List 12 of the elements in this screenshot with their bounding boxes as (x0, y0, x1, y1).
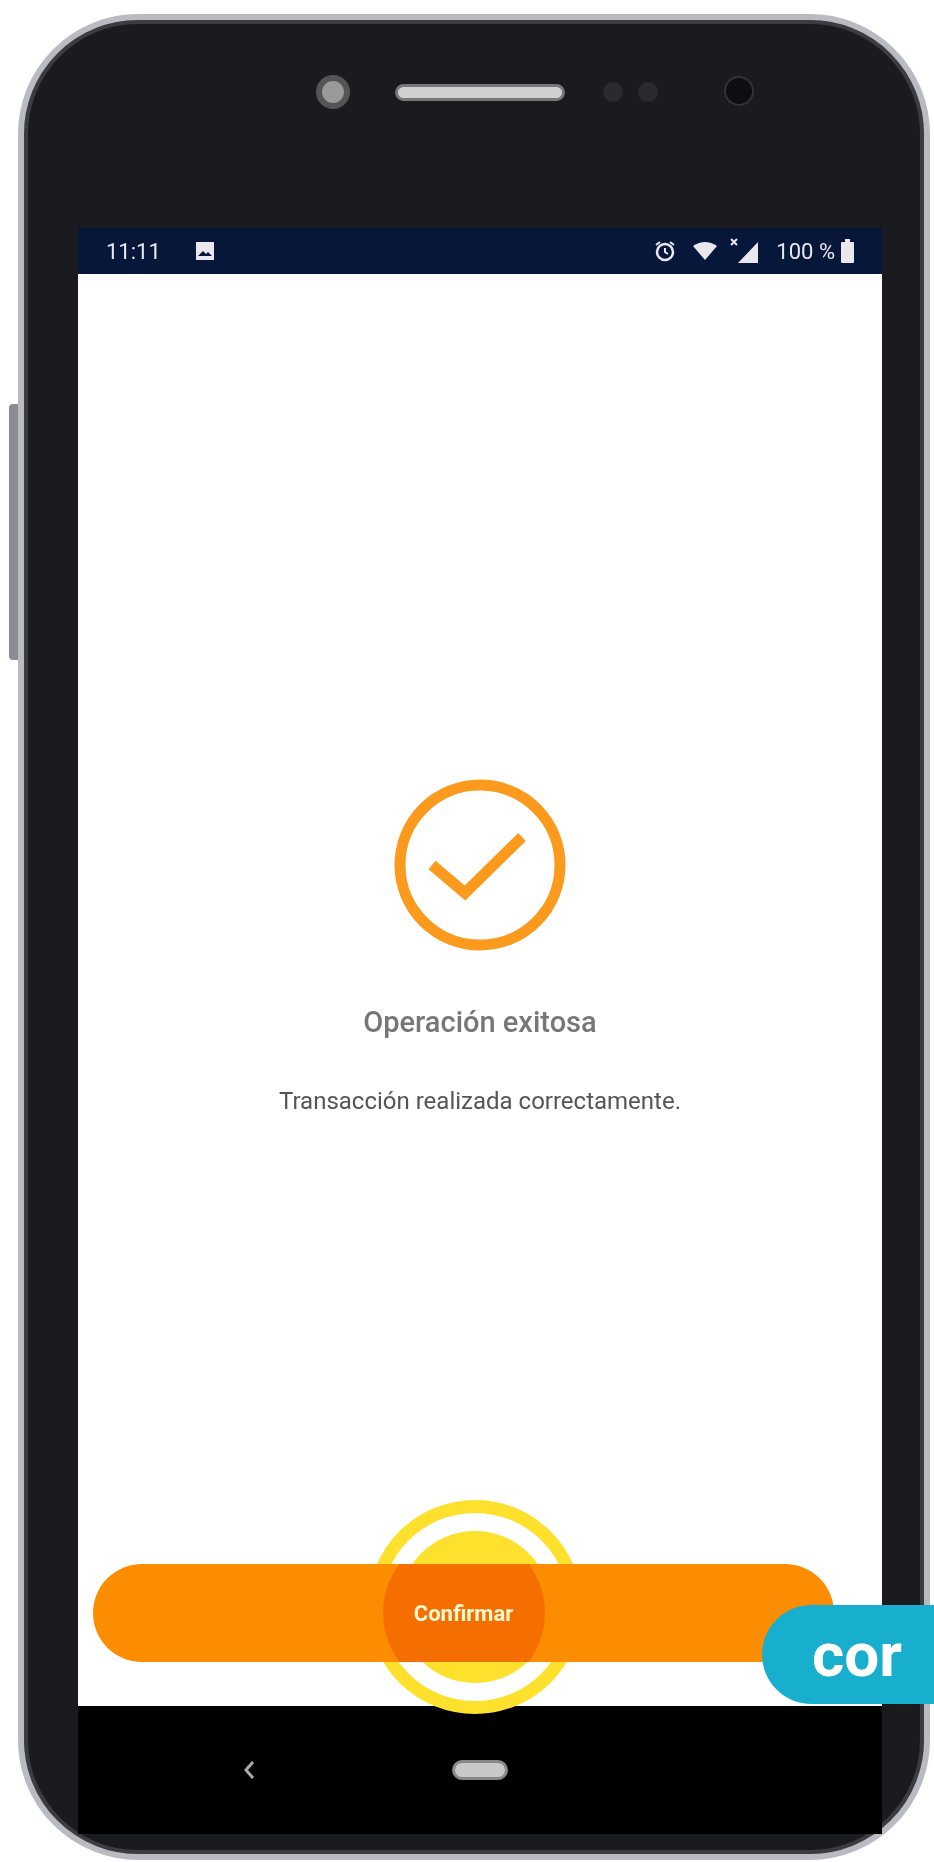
alarm-icon (654, 240, 677, 262)
back-icon[interactable] (243, 1760, 255, 1780)
battery-percent: 100 % (776, 237, 835, 266)
result-message: Transacción realizada correctamente. (279, 1085, 681, 1117)
tutorial-badge: cor (762, 1605, 934, 1704)
home-button[interactable] (452, 1760, 508, 1780)
wifi-icon (692, 241, 719, 261)
result-title: Operación exitosa (363, 1004, 597, 1041)
signal-icon (730, 238, 761, 264)
battery-icon (841, 239, 854, 263)
image-icon (194, 241, 215, 261)
status-time: 11:11 (106, 237, 161, 266)
